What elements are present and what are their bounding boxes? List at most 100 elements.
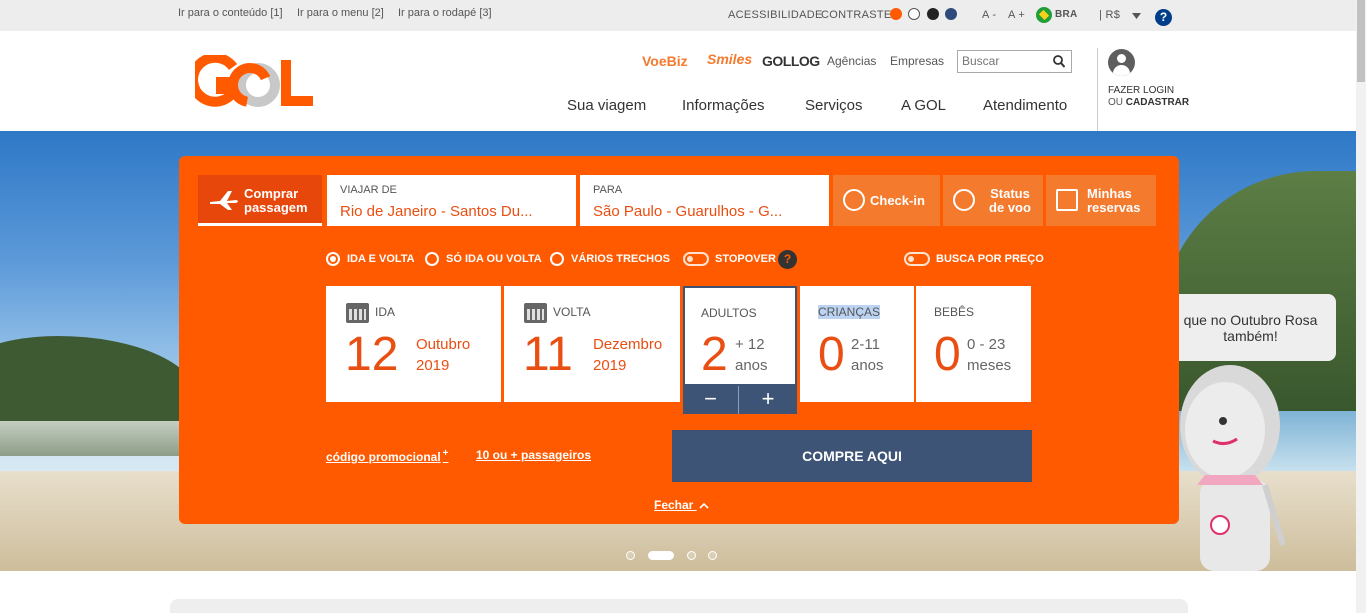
close-label: Fechar xyxy=(654,498,694,512)
gollog-link[interactable]: GOLLOG xyxy=(762,53,820,69)
search-box xyxy=(957,50,1072,73)
site-header: VoeBiz Smiles GOLLOG Agências Empresas S… xyxy=(0,31,1356,132)
children-range: 2-11 xyxy=(851,336,880,353)
search-icon[interactable] xyxy=(1053,55,1065,69)
my-bookings-button[interactable]: Minhas reservas xyxy=(1046,175,1156,226)
calendar-icon xyxy=(346,303,369,323)
contrast-orange-option[interactable] xyxy=(890,8,902,20)
adults-count: 2 xyxy=(701,328,728,381)
nav-sua-viagem[interactable]: Sua viagem xyxy=(567,97,646,114)
stopover-label: STOPOVER xyxy=(715,253,776,265)
scrollbar-thumb[interactable] xyxy=(1357,0,1365,82)
contrast-black-option[interactable] xyxy=(927,8,939,20)
radio-unchecked-icon xyxy=(425,252,439,266)
depart-year: 2019 xyxy=(416,357,450,374)
adults-increment-button[interactable]: + xyxy=(740,386,796,414)
return-day: 11 xyxy=(523,328,573,381)
destination-value: São Paulo - Guarulhos - G... xyxy=(593,203,783,220)
nav-servicos[interactable]: Serviços xyxy=(805,97,863,114)
adults-card[interactable]: ADULTOS 2 + 12 anos xyxy=(683,286,797,386)
tab-buy-ticket[interactable]: Comprar passagem xyxy=(198,175,322,226)
radio-round-trip-label: IDA E VOLTA xyxy=(347,253,415,265)
login-link[interactable]: FAZER LOGIN xyxy=(1108,85,1174,96)
voebiz-link[interactable]: VoeBiz xyxy=(642,53,688,69)
children-card[interactable]: CRIANÇAS 0 2-11 anos xyxy=(800,286,914,402)
document-icon xyxy=(1056,189,1078,211)
destination-field[interactable]: PARA São Paulo - Guarulhos - G... xyxy=(580,175,829,226)
skip-to-footer-link[interactable]: Ir para o rodapé [3] xyxy=(398,7,492,19)
radio-one-way-label: SÓ IDA OU VOLTA xyxy=(446,253,542,265)
submit-search-button[interactable]: COMPRE AQUI xyxy=(672,430,1032,482)
carousel-dot-active[interactable] xyxy=(648,551,674,560)
font-increase-button[interactable]: A + xyxy=(1008,9,1025,21)
user-icon[interactable] xyxy=(1108,49,1135,76)
booking-widget: Comprar passagem VIAJAR DE Rio de Janeir… xyxy=(179,156,1179,524)
depart-label: IDA xyxy=(375,305,396,319)
clock-icon xyxy=(843,189,865,211)
tab-buy-label: Comprar passagem xyxy=(244,186,308,215)
return-date-card[interactable]: VOLTA 11 Dezembro 2019 xyxy=(504,286,680,402)
infants-count: 0 xyxy=(934,328,961,381)
search-input[interactable] xyxy=(962,51,1052,71)
price-search-toggle[interactable] xyxy=(904,252,930,266)
currency-selector[interactable]: | R$ xyxy=(1099,9,1120,21)
destination-label: PARA xyxy=(593,184,623,196)
carousel-dot[interactable] xyxy=(626,551,635,560)
adults-decrement-button[interactable]: − xyxy=(683,386,739,414)
depart-day: 12 xyxy=(345,328,399,381)
origin-value: Rio de Janeiro - Santos Du... xyxy=(340,203,533,220)
contrast-label: CONTRASTE xyxy=(821,9,892,21)
flight-status-button[interactable]: Status de voo xyxy=(943,175,1043,226)
gol-logo[interactable] xyxy=(195,55,315,107)
content-panel xyxy=(170,599,1188,613)
stopover-toggle[interactable] xyxy=(683,252,709,266)
empresas-link[interactable]: Empresas xyxy=(890,54,944,68)
font-decrease-button[interactable]: A - xyxy=(982,9,996,21)
nav-informacoes[interactable]: Informações xyxy=(682,97,765,114)
skip-to-content-link[interactable]: Ir para o conteúdo [1] xyxy=(178,7,283,19)
close-widget-link[interactable]: Fechar xyxy=(654,498,709,512)
carousel-dot[interactable] xyxy=(708,551,717,560)
help-icon[interactable]: ? xyxy=(1155,9,1172,26)
nav-a-gol[interactable]: A GOL xyxy=(901,97,946,114)
children-count: 0 xyxy=(818,328,845,381)
promo-code-link[interactable]: código promocional + xyxy=(326,448,449,464)
adults-stepper: − + xyxy=(683,386,797,414)
origin-label: VIAJAR DE xyxy=(340,184,397,196)
smiles-link[interactable]: Smiles xyxy=(707,51,752,67)
group-booking-link[interactable]: 10 ou + passageiros xyxy=(476,448,591,462)
infants-card[interactable]: BEBÊS 0 0 - 23 meses xyxy=(916,286,1031,402)
register-link[interactable]: OU CADASTRAR xyxy=(1108,97,1189,108)
nav-atendimento[interactable]: Atendimento xyxy=(983,97,1067,114)
flight-status-label: Status de voo xyxy=(989,186,1031,215)
skip-to-menu-link[interactable]: Ir para o menu [2] xyxy=(297,7,384,19)
promo-code-label: código promocional xyxy=(326,450,441,464)
depart-month: Outubro xyxy=(416,336,471,353)
stopover-help-icon[interactable]: ? xyxy=(778,250,797,269)
adults-unit: anos xyxy=(735,357,768,374)
page-scrollbar[interactable] xyxy=(1356,0,1366,613)
brazil-flag-icon[interactable] xyxy=(1036,7,1052,23)
children-label: CRIANÇAS xyxy=(818,305,881,319)
contrast-white-option[interactable] xyxy=(908,8,920,20)
calendar-icon xyxy=(524,303,547,323)
infants-range: 0 - 23 xyxy=(967,336,1006,353)
radio-multi-city-label: VÁRIOS TRECHOS xyxy=(571,253,671,265)
chevron-down-icon[interactable] xyxy=(1132,13,1141,19)
carousel-dot[interactable] xyxy=(687,551,696,560)
plane-circle-icon xyxy=(953,189,975,211)
agencias-link[interactable]: Agências xyxy=(827,54,876,68)
chevron-up-icon xyxy=(699,502,709,509)
accessibility-link[interactable]: ACESSIBILIDADE xyxy=(728,9,823,21)
register-label: CADASTRAR xyxy=(1125,97,1190,108)
return-month: Dezembro xyxy=(593,336,663,353)
checkin-button[interactable]: Check-in xyxy=(833,175,940,226)
header-divider xyxy=(1097,48,1098,132)
contrast-blue-option[interactable] xyxy=(945,8,957,20)
origin-field[interactable]: VIAJAR DE Rio de Janeiro - Santos Du... xyxy=(327,175,576,226)
children-unit: anos xyxy=(851,357,884,374)
country-selector[interactable]: BRA xyxy=(1055,9,1078,20)
mascot-image xyxy=(1180,365,1285,571)
radio-unchecked-icon xyxy=(550,252,564,266)
depart-date-card[interactable]: IDA 12 Outubro 2019 xyxy=(326,286,501,402)
